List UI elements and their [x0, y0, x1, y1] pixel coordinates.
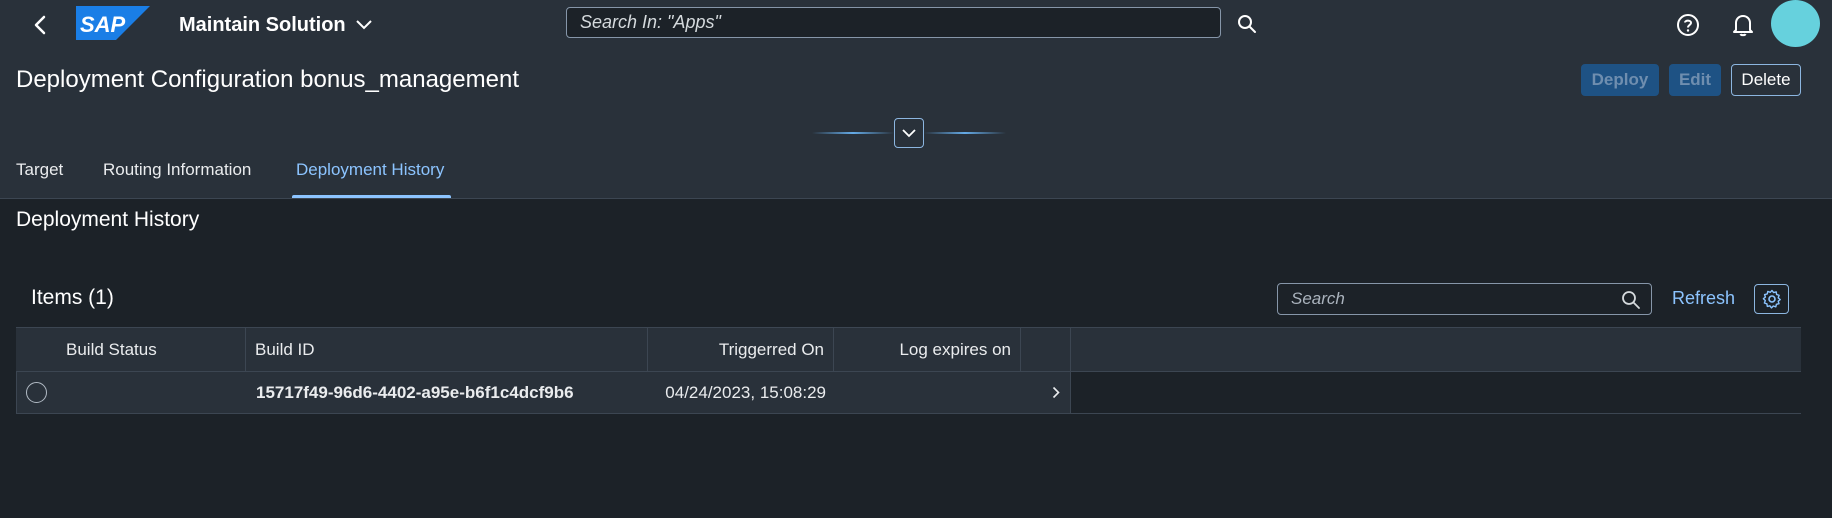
- chevron-right-icon: [1052, 386, 1060, 399]
- table-header-row: Build Status Build ID Triggerred On Log …: [16, 327, 1801, 372]
- column-header-navigation: [1021, 328, 1071, 372]
- page-title: Deployment Configuration bonus_managemen…: [16, 66, 519, 93]
- row-navigation[interactable]: [1052, 372, 1072, 413]
- table-row-cells: 15717f49-96d6-4402-a95e-b6f1c4dcf9b6 04/…: [16, 372, 1071, 413]
- table-search-button[interactable]: [1619, 288, 1643, 312]
- tab-routing-information[interactable]: Routing Information: [103, 160, 251, 180]
- tab-deployment-history[interactable]: Deployment History: [296, 160, 444, 180]
- chevron-down-icon: [355, 20, 372, 30]
- tab-target[interactable]: Target: [16, 160, 63, 180]
- shell-bar: SAP Maintain Solution: [0, 0, 1832, 50]
- notifications-button[interactable]: [1727, 9, 1759, 41]
- table-settings-button[interactable]: [1754, 284, 1789, 314]
- edit-button[interactable]: Edit: [1669, 64, 1721, 96]
- app-title: Maintain Solution: [179, 13, 346, 36]
- cell-build-status: [67, 372, 247, 413]
- expand-header-button[interactable]: [894, 118, 924, 148]
- bell-icon: [1733, 15, 1753, 37]
- row-select-radio[interactable]: [26, 382, 47, 403]
- sap-logo[interactable]: SAP: [76, 6, 150, 40]
- section-title: Deployment History: [16, 208, 200, 231]
- chevron-down-icon: [902, 128, 916, 137]
- app-title-menu[interactable]: Maintain Solution: [179, 10, 372, 40]
- table-search-input[interactable]: [1291, 289, 1611, 309]
- shell-search-input[interactable]: [580, 12, 1220, 33]
- search-icon: [1622, 291, 1640, 309]
- back-arrow-icon: [34, 15, 46, 35]
- column-header-triggered-on[interactable]: Triggerred On: [648, 328, 834, 372]
- gear-icon: [1762, 289, 1781, 309]
- shell-search-field[interactable]: [566, 7, 1221, 38]
- delete-button[interactable]: Delete: [1731, 64, 1801, 96]
- deploy-button[interactable]: Deploy: [1581, 64, 1659, 96]
- header-divider-right: [924, 132, 1006, 134]
- column-header-build-status[interactable]: Build Status: [16, 328, 246, 372]
- back-button[interactable]: [24, 9, 56, 41]
- active-tab-indicator: [292, 195, 451, 198]
- refresh-link[interactable]: Refresh: [1672, 288, 1735, 309]
- user-avatar[interactable]: [1771, 0, 1820, 47]
- header-divider-left: [812, 132, 894, 134]
- column-header-log-expires-on[interactable]: Log expires on: [834, 328, 1021, 372]
- cell-build-id: 15717f49-96d6-4402-a95e-b6f1c4dcf9b6: [256, 382, 574, 402]
- search-icon: [1238, 15, 1256, 33]
- sap-logo-text: SAP: [80, 12, 126, 37]
- help-button[interactable]: [1672, 9, 1704, 41]
- shell-search-button[interactable]: [1232, 9, 1262, 39]
- cell-triggered-on: 04/24/2023, 15:08:29: [665, 382, 826, 402]
- table-title: Items (1): [31, 286, 114, 309]
- help-icon: [1677, 14, 1699, 36]
- column-header-build-id[interactable]: Build ID: [246, 328, 648, 372]
- cell-log-expires-on: [835, 372, 1022, 413]
- object-page-header: Deployment Configuration bonus_managemen…: [0, 50, 1832, 199]
- table-row[interactable]: 15717f49-96d6-4402-a95e-b6f1c4dcf9b6 04/…: [16, 372, 1801, 414]
- table-search-field[interactable]: [1277, 283, 1652, 315]
